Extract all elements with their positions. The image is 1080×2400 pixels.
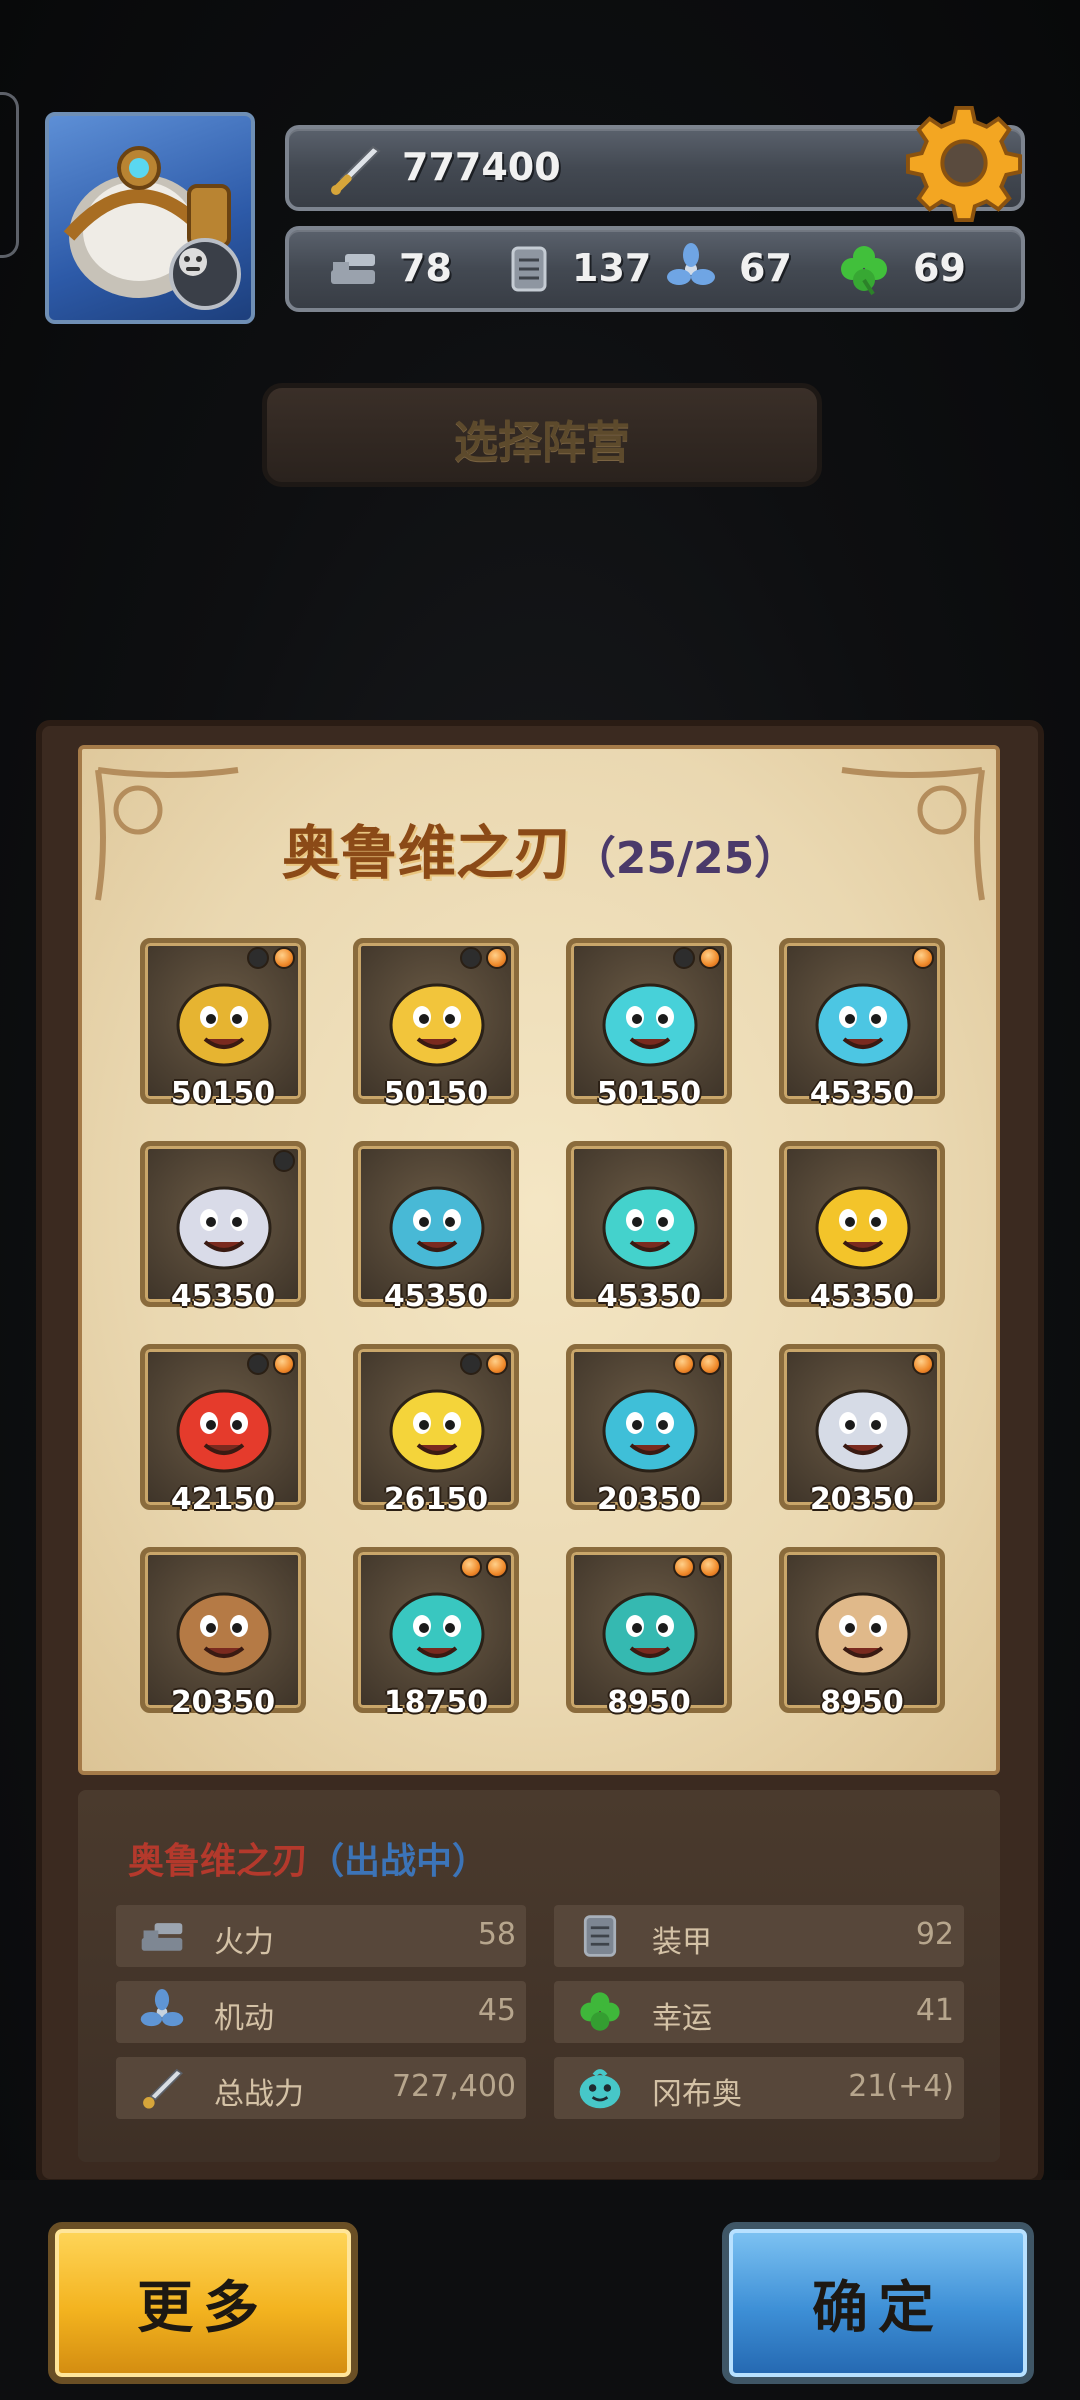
stat-row-armor: 装甲 92 — [554, 1905, 964, 1967]
hero-power-score: 20350 — [170, 1685, 276, 1720]
monkey-badge-icon — [169, 238, 241, 310]
attributes-bar: 78 137 67 69 — [285, 226, 1025, 312]
sword-icon — [143, 2068, 184, 2109]
gumball-hero-icon — [602, 1186, 698, 1270]
select-faction-label: 选择阵营 — [454, 417, 630, 468]
stat-row-mobility: 机动 45 — [116, 1981, 526, 2043]
more-button[interactable]: 更多 — [48, 2222, 358, 2384]
stat-label: 幸运 — [652, 2001, 712, 2036]
hero-card[interactable]: 50150 — [566, 938, 732, 1111]
hero-card[interactable]: 20350 — [566, 1344, 732, 1517]
faction-name: 奥鲁维之刃 — [281, 819, 572, 887]
clover-icon — [580, 1992, 620, 2031]
propeller-icon — [667, 243, 715, 285]
hero-card[interactable]: 18750 — [353, 1547, 519, 1720]
firepower-value: 78 — [399, 246, 452, 290]
gumball-icon — [579, 2069, 621, 2109]
hero-card[interactable]: 20350 — [779, 1344, 945, 1517]
hero-power-score: 8950 — [820, 1685, 904, 1720]
stat-value: 21(+4) — [848, 2069, 954, 2104]
hero-power-score: 50150 — [596, 1076, 702, 1111]
stat-label: 冈布奥 — [652, 2077, 742, 2112]
gumball-hero-icon — [389, 1389, 485, 1473]
hero-power-score: 50150 — [383, 1076, 489, 1111]
clover-icon — [841, 246, 887, 296]
hero-card[interactable]: 8950 — [566, 1547, 732, 1720]
hero-power-score: 20350 — [809, 1482, 915, 1517]
stat-value: 727,400 — [391, 2069, 516, 2104]
stat-row-gumball-count: 冈布奥 21(+4) — [554, 2057, 964, 2119]
hero-card[interactable]: 20350 — [140, 1547, 306, 1720]
hero-power-score: 20350 — [596, 1482, 702, 1517]
propeller-icon — [140, 1989, 184, 2027]
gumball-hero-icon — [176, 1592, 272, 1676]
mobility-value: 67 — [739, 246, 792, 290]
hero-card[interactable]: 45350 — [779, 938, 945, 1111]
stat-row-firepower: 火力 58 — [116, 1905, 526, 1967]
power-value: 777400 — [402, 145, 561, 189]
gumball-hero-icon — [602, 1389, 698, 1473]
faction-info-name: 奥鲁维之刃 — [128, 1841, 309, 1882]
cannon-icon — [141, 1923, 183, 1951]
faction-title: 奥鲁维之刃（25/25） — [0, 806, 1080, 890]
gumball-hero-icon — [602, 983, 698, 1067]
hero-power-score: 26150 — [383, 1482, 489, 1517]
gumball-hero-icon — [389, 983, 485, 1067]
hero-card[interactable]: 50150 — [353, 938, 519, 1111]
luck-value: 69 — [913, 246, 966, 290]
gumball-hero-icon — [815, 1389, 911, 1473]
gumball-hero-icon — [815, 983, 911, 1067]
armor-plate-icon — [511, 246, 547, 292]
hero-power-score: 45350 — [383, 1279, 489, 1314]
hero-power-score: 42150 — [170, 1482, 276, 1517]
hero-power-score: 45350 — [809, 1076, 915, 1111]
side-tab-handle[interactable] — [0, 92, 19, 258]
stat-label: 总战力 — [214, 2077, 304, 2112]
gumball-hero-icon — [389, 1592, 485, 1676]
stat-value: 41 — [915, 1993, 954, 2028]
gumball-hero-icon — [176, 1389, 272, 1473]
sword-icon — [331, 145, 381, 195]
gumball-hero-icon — [602, 1592, 698, 1676]
hero-power-score: 50150 — [170, 1076, 276, 1111]
stat-value: 92 — [915, 1917, 954, 1952]
gumball-hero-icon — [815, 1186, 911, 1270]
stat-label: 火力 — [214, 1925, 274, 1960]
faction-count: （25/25） — [571, 833, 799, 884]
gumball-hero-icon — [176, 983, 272, 1067]
hero-card[interactable]: 45350 — [779, 1141, 945, 1314]
hero-card[interactable]: 45350 — [140, 1141, 306, 1314]
stat-row-total-power: 总战力 727,400 — [116, 2057, 526, 2119]
stat-value: 45 — [477, 1993, 516, 2028]
cannon-icon — [331, 254, 375, 284]
hero-power-score: 18750 — [383, 1685, 489, 1720]
faction-status: （出战中） — [308, 1841, 489, 1882]
hero-card[interactable]: 50150 — [140, 938, 306, 1111]
select-faction-sign: 选择阵营 — [262, 383, 822, 487]
hero-card[interactable]: 26150 — [353, 1344, 519, 1517]
armor-plate-icon — [583, 1915, 617, 1957]
hero-power-score: 45350 — [170, 1279, 276, 1314]
faction-info-title: 奥鲁维之刃（出战中） — [128, 1832, 488, 1884]
hero-power-score: 8950 — [607, 1685, 691, 1720]
gumball-hero-icon — [176, 1186, 272, 1270]
stat-label: 装甲 — [652, 1925, 712, 1960]
hero-power-score: 45350 — [809, 1279, 915, 1314]
hero-card[interactable]: 45350 — [353, 1141, 519, 1314]
confirm-button[interactable]: 确定 — [722, 2222, 1034, 2384]
stat-row-luck: 幸运 41 — [554, 1981, 964, 2043]
settings-gear-icon[interactable] — [905, 104, 1023, 222]
player-avatar[interactable] — [45, 112, 255, 324]
stat-value: 58 — [477, 1917, 516, 1952]
gumball-hero-icon — [815, 1592, 911, 1676]
armor-value: 137 — [572, 246, 652, 290]
hero-card[interactable]: 8950 — [779, 1547, 945, 1720]
hero-power-score: 45350 — [596, 1279, 702, 1314]
gumball-hero-icon — [389, 1186, 485, 1270]
hero-card[interactable]: 45350 — [566, 1141, 732, 1314]
stat-label: 机动 — [214, 2001, 274, 2036]
hero-grid: 50150 50150 50150 45350 45350 45350 45350 45350… — [140, 938, 945, 1720]
hero-card[interactable]: 42150 — [140, 1344, 306, 1517]
